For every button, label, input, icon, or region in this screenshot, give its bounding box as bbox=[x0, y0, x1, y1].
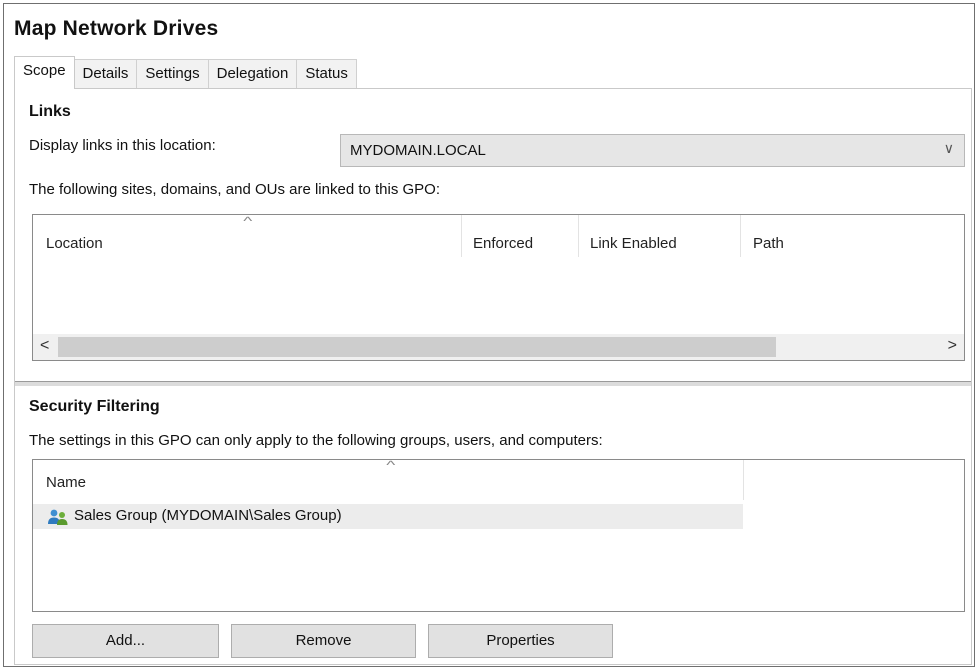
scroll-left-icon[interactable]: < bbox=[40, 337, 49, 355]
chevron-down-icon: ∨ bbox=[943, 140, 954, 156]
column-location[interactable]: Location bbox=[46, 235, 103, 252]
horizontal-scrollbar[interactable]: < > bbox=[33, 334, 964, 360]
security-description: The settings in this GPO can only apply … bbox=[29, 432, 603, 449]
linked-description: The following sites, domains, and OUs ar… bbox=[29, 181, 441, 198]
sort-ascending-icon: ^ bbox=[243, 214, 253, 228]
links-heading: Links bbox=[29, 103, 71, 120]
users-group-icon bbox=[48, 509, 68, 525]
column-name[interactable]: Name bbox=[46, 474, 86, 491]
add-button[interactable]: Add... bbox=[32, 624, 219, 658]
list-item-label: Sales Group (MYDOMAIN\Sales Group) bbox=[74, 507, 342, 524]
remove-button[interactable]: Remove bbox=[231, 624, 416, 658]
pane-splitter[interactable] bbox=[15, 381, 971, 386]
tab-details[interactable]: Details bbox=[73, 59, 138, 88]
properties-button[interactable]: Properties bbox=[428, 624, 613, 658]
tab-bar: Scope Details Settings Delegation Status bbox=[14, 56, 357, 89]
security-filter-list[interactable]: ^ Name Sales Group (MYDOMAIN\Sales Group… bbox=[32, 458, 965, 612]
tab-status[interactable]: Status bbox=[296, 59, 357, 88]
tab-scope[interactable]: Scope bbox=[14, 56, 75, 89]
column-divider bbox=[461, 215, 462, 257]
column-path[interactable]: Path bbox=[753, 235, 784, 252]
list-item[interactable]: Sales Group (MYDOMAIN\Sales Group) bbox=[33, 504, 743, 529]
security-filtering-heading: Security Filtering bbox=[29, 398, 160, 415]
scroll-right-icon[interactable]: > bbox=[948, 337, 957, 355]
display-links-label: Display links in this location: bbox=[29, 137, 216, 154]
sort-ascending-icon: ^ bbox=[386, 458, 396, 472]
scope-panel: Links Display links in this location: MY… bbox=[14, 88, 972, 665]
scroll-thumb[interactable] bbox=[58, 337, 776, 357]
column-divider bbox=[740, 215, 741, 257]
column-divider bbox=[743, 460, 744, 500]
column-link-enabled[interactable]: Link Enabled bbox=[590, 235, 677, 252]
gpo-window: Map Network Drives Scope Details Setting… bbox=[3, 3, 975, 667]
links-list[interactable]: ^ Location Enforced Link Enabled Path < … bbox=[32, 214, 965, 361]
tab-settings[interactable]: Settings bbox=[136, 59, 209, 88]
tab-delegation[interactable]: Delegation bbox=[207, 59, 298, 88]
location-dropdown[interactable]: MYDOMAIN.LOCAL ∨ bbox=[340, 134, 965, 167]
column-enforced[interactable]: Enforced bbox=[473, 235, 533, 252]
column-divider bbox=[578, 215, 579, 257]
location-value: MYDOMAIN.LOCAL bbox=[350, 142, 486, 159]
window-title: Map Network Drives bbox=[14, 17, 219, 40]
